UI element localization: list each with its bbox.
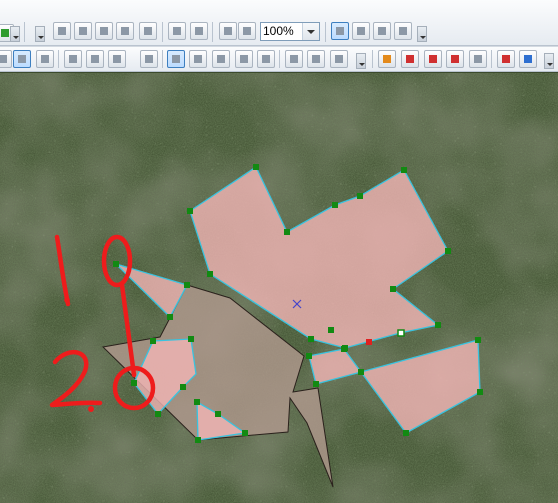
map-canvas[interactable]: 1. 2. — [0, 73, 558, 503]
printer-icon[interactable] — [394, 22, 412, 40]
endpoint-snap-icon[interactable] — [401, 50, 419, 68]
forward-arrow-icon[interactable] — [238, 22, 256, 40]
partial-tool-icon[interactable] — [0, 50, 12, 68]
toolbar-separator — [212, 22, 213, 42]
toolbar-separator — [491, 50, 492, 68]
chevron-down-icon[interactable] — [302, 23, 319, 40]
edge-snap-icon[interactable] — [446, 50, 464, 68]
vertex-handle[interactable] — [284, 229, 290, 235]
vertex-handle[interactable] — [242, 430, 248, 436]
vertex-handle[interactable] — [180, 384, 186, 390]
zoom-input[interactable] — [263, 24, 301, 38]
toolbar-separator — [372, 50, 373, 68]
globe-icon[interactable] — [519, 50, 537, 68]
split-tool-icon[interactable] — [212, 50, 230, 68]
topology-icon[interactable] — [497, 50, 515, 68]
vertex-handle[interactable] — [167, 314, 173, 320]
vertex-handle[interactable] — [308, 336, 314, 342]
straight-segment-icon[interactable] — [64, 50, 82, 68]
rotate-icon[interactable] — [257, 50, 275, 68]
toolbar-overflow-dropdown[interactable] — [544, 53, 554, 69]
vertex-handle[interactable] — [390, 286, 396, 292]
page-icon[interactable] — [352, 22, 370, 40]
toolbar-overflow-dropdown[interactable] — [417, 26, 427, 42]
attributes-table-icon[interactable] — [285, 50, 303, 68]
create-features-icon[interactable] — [330, 50, 348, 68]
vertex-handle[interactable] — [332, 202, 338, 208]
binoculars-icon[interactable] — [373, 22, 391, 40]
midpoint-vertex-handle[interactable] — [397, 329, 405, 337]
previous-extent-icon[interactable] — [168, 22, 186, 40]
toolbar-overflow-dropdown[interactable] — [10, 26, 20, 42]
vertex-handle[interactable] — [131, 380, 137, 386]
toolbar-separator — [162, 50, 163, 68]
standard-toolbar — [0, 0, 558, 46]
toolbar-separator — [162, 22, 163, 42]
annotation-label-2: 2. — [40, 398, 51, 413]
fixed-zoom-icon[interactable] — [139, 22, 157, 40]
snapping-icon[interactable] — [378, 50, 396, 68]
arrow-pointer-icon[interactable] — [13, 50, 31, 68]
vertex-handle[interactable] — [357, 193, 363, 199]
vertex-handle[interactable] — [341, 346, 347, 352]
edit-vertex-pointer-icon[interactable] — [36, 50, 54, 68]
vertex-handle[interactable] — [401, 167, 407, 173]
edit-vertices-icon[interactable] — [167, 50, 185, 68]
handwritten-dot-one — [64, 297, 70, 303]
toolbar-separator — [24, 22, 25, 42]
zoom-in-icon[interactable] — [53, 22, 71, 40]
vertex-handle[interactable] — [155, 411, 161, 417]
toolbar-separator — [325, 22, 326, 42]
vertex-snap-icon[interactable] — [424, 50, 442, 68]
vertex-handle[interactable] — [113, 261, 119, 267]
arc-segment-icon[interactable] — [86, 50, 104, 68]
handwritten-dot-two — [88, 406, 94, 412]
vertex-handle[interactable] — [184, 282, 190, 288]
back-arrow-icon[interactable] — [219, 22, 237, 40]
zoom-out-icon[interactable] — [74, 22, 92, 40]
vertex-handle[interactable] — [477, 389, 483, 395]
vertex-handle[interactable] — [207, 271, 213, 277]
zoom-combo[interactable] — [260, 22, 320, 41]
trace-icon[interactable] — [469, 50, 487, 68]
polygon-tool-icon[interactable] — [108, 50, 126, 68]
pan-hand-icon[interactable] — [95, 22, 113, 40]
vertex-handle[interactable] — [253, 164, 259, 170]
vertex-handle[interactable] — [306, 353, 312, 359]
vertex-handle[interactable] — [475, 337, 481, 343]
full-extent-icon[interactable] — [116, 22, 134, 40]
reshape-feature-icon[interactable] — [189, 50, 207, 68]
toolbar-overflow-dropdown[interactable] — [356, 53, 366, 69]
vertex-handle[interactable] — [445, 248, 451, 254]
sketch-properties-icon[interactable] — [307, 50, 325, 68]
vertex-handle[interactable] — [188, 336, 194, 342]
vertex-handle[interactable] — [195, 437, 201, 443]
toolbar-separator — [58, 50, 59, 68]
selected-vertex-handle[interactable] — [366, 339, 372, 345]
vertex-handle[interactable] — [215, 411, 221, 417]
cut-polygons-icon[interactable] — [140, 50, 158, 68]
toolbar-separator — [279, 50, 280, 68]
toolbar-gripper-dropdown[interactable] — [35, 26, 45, 42]
vertex-handle[interactable] — [313, 381, 319, 387]
annotation-label-1: 1. — [45, 288, 56, 303]
vertex-handle[interactable] — [358, 369, 364, 375]
vertex-handle[interactable] — [403, 430, 409, 436]
vertex-handle[interactable] — [328, 327, 334, 333]
vertex-handle[interactable] — [187, 208, 193, 214]
next-extent-icon[interactable] — [190, 22, 208, 40]
delete-vertex-icon[interactable] — [235, 50, 253, 68]
editor-toolbar — [0, 46, 558, 72]
vertex-handle[interactable] — [435, 322, 441, 328]
vertex-handle[interactable] — [150, 338, 156, 344]
layout-view-icon[interactable] — [331, 22, 349, 40]
vertex-handle[interactable] — [194, 399, 200, 405]
